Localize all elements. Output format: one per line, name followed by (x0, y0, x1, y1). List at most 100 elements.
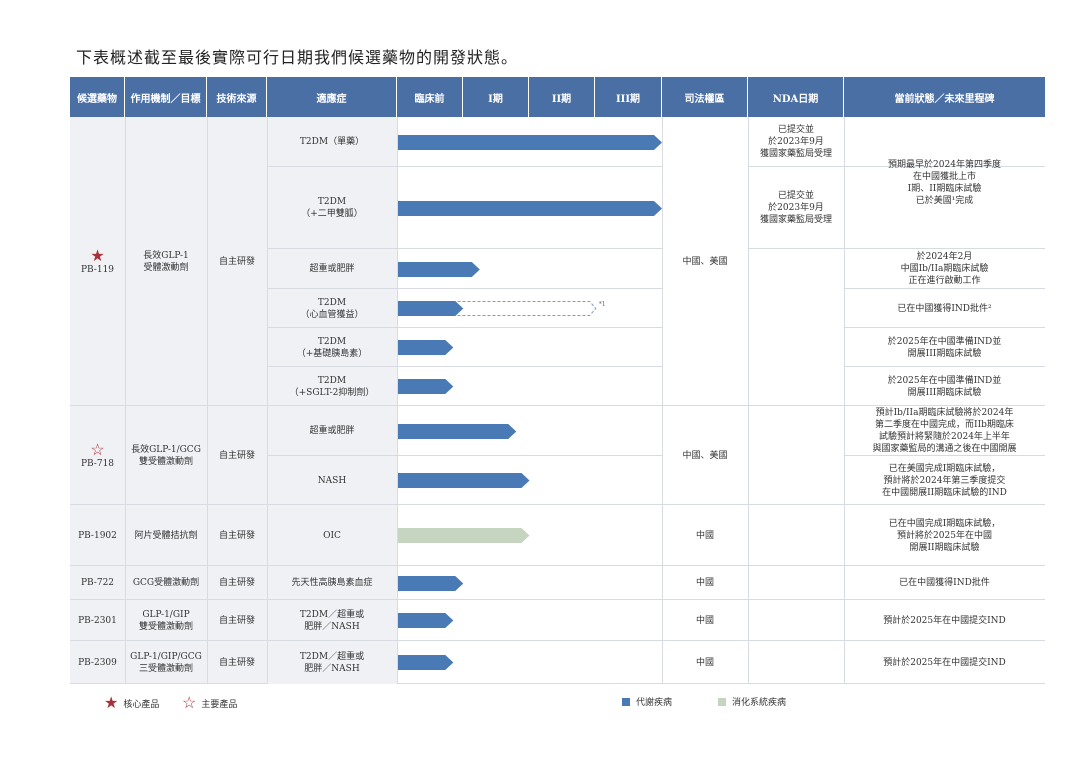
indication-cell: NASH (267, 456, 397, 505)
jurisdiction-cell: 中國、美國 (682, 256, 728, 267)
header-phase1: I期 (463, 77, 529, 117)
digestive-swatch (718, 697, 726, 706)
indication-cell: T2DM （+SGLT-2抑制劑） (267, 367, 397, 406)
status-cell: 於2025年在中國準備IND並 開展III期臨床試驗 (887, 336, 1002, 359)
status-cell: 預期最早於2024年第四季度 在中國獲批上市 I期、II期臨床試驗 已於美國¹完… (888, 160, 1001, 206)
legend-metabolic: 代謝疾病 (622, 695, 672, 708)
column-divider (748, 117, 749, 684)
jurisdiction-cell: 中國 (695, 578, 714, 588)
progress-bar (397, 613, 454, 628)
indication-cell: 超重或肥胖 (267, 406, 397, 456)
progress-bar (397, 575, 464, 591)
drug-name: PB-722 (80, 578, 115, 588)
header-jurisdiction: 司法權區 (662, 77, 748, 117)
stage-arrow (397, 379, 454, 394)
drug-name-cell: PB-1902 (70, 505, 125, 566)
source-cell: 自主研發 (218, 256, 255, 267)
row-divider (844, 248, 1045, 249)
mechanism-cell: GCG受體激動劑 (132, 578, 200, 588)
outline-star-icon: ☆ (90, 439, 105, 459)
stage-arrow (397, 261, 480, 277)
drug-name-cell: ★ PB-119 (70, 117, 125, 406)
status-cell: 已在中國完成I期臨床試驗， 預計將於2025年在中國 開展II期臨床試驗 (888, 518, 1001, 553)
source-cell: 自主研發 (218, 530, 255, 541)
column-divider (844, 117, 845, 684)
filled-star-icon: ★ (90, 245, 105, 265)
column-divider (267, 117, 268, 684)
stage-arrow (397, 575, 464, 591)
stage-arrow (397, 423, 517, 439)
progress-bar (397, 301, 597, 316)
progress-bar (397, 134, 662, 150)
stage-arrow (397, 301, 464, 316)
column-divider (662, 117, 663, 684)
pipeline-table: 候選藥物 作用機制／目標 技術來源 適應症 臨床前 I期 II期 III期 司法… (70, 77, 1045, 687)
progress-bar (397, 423, 517, 439)
indication-cell: OIC (267, 505, 397, 566)
source-cell: 自主研發 (218, 615, 255, 626)
progress-bar (397, 340, 454, 355)
drug-name-cell: PB-722 (70, 566, 125, 600)
header-preclinical: 臨床前 (397, 77, 463, 117)
status-cell: 已在中國獲得IND批件² (897, 303, 992, 314)
header-mechanism: 作用機制／目標 (125, 77, 207, 117)
indication-cell: T2DM （+二甲雙胍） (267, 167, 397, 249)
column-divider (207, 117, 208, 684)
progress-bar (397, 528, 530, 543)
stage-arrow (397, 200, 662, 216)
jurisdiction-cell: 中國 (695, 530, 714, 541)
stage-arrow (397, 340, 454, 355)
filled-star-icon: ★ (104, 693, 119, 712)
status-cell: 已在中國獲得IND批件 (899, 578, 990, 588)
header-nda: NDA日期 (748, 77, 844, 117)
drug-name-cell: PB-2301 (70, 600, 125, 641)
drug-name: PB-2309 (78, 657, 117, 668)
stage-arrow (397, 473, 530, 488)
indication-cell: T2DM／超重或 肥胖／NASH (267, 641, 397, 684)
row-divider (748, 248, 844, 249)
stage-arrow (397, 528, 530, 543)
header-candidate: 候選藥物 (70, 77, 125, 117)
header-phase3: III期 (595, 77, 662, 117)
status-cell: 已在美國完成I期臨床試驗， 預計將於2024年第三季度提交 在中國開展II期臨床… (882, 463, 1007, 498)
progress-bar (397, 379, 454, 394)
drug-name: PB-119 (80, 264, 115, 275)
column-divider (125, 117, 126, 684)
mechanism-cell: GLP-1/GIP/GCG 三受體激動劑 (130, 651, 202, 674)
source-cell: 自主研發 (218, 578, 255, 588)
legend-core-label: 核心產品 (123, 699, 160, 710)
column-divider (397, 117, 398, 684)
drug-name: PB-1902 (78, 530, 117, 541)
status-cell: 於2025年在中國準備IND並 開展III期臨床試驗 (887, 375, 1002, 398)
legend-digestive: 消化系統疾病 (718, 695, 786, 708)
nda-date-cell: 已提交並 於2023年9月 獲國家藥監局受理 (759, 125, 832, 159)
indication-cell: T2DM（單藥） (267, 117, 397, 167)
indication-cell: T2DM （心血管獲益） (267, 289, 397, 328)
indication-cell: T2DM （+基礎胰島素） (267, 328, 397, 367)
legend-metabolic-label: 代謝疾病 (636, 698, 673, 708)
footnote-marker: *1 (598, 301, 606, 308)
status-cell: 預計於2025年在中國提交IND (883, 615, 1006, 626)
metabolic-swatch (622, 697, 630, 706)
progress-bar (397, 261, 480, 277)
legend-key: ☆ 主要產品 (182, 695, 237, 711)
status-cell: 於2024年2月 中國Ib/IIa期臨床試驗 正在進行啟動工作 (900, 252, 989, 286)
source-cell: 自主研發 (218, 450, 255, 461)
intro-text: 下表概述截至最後實際可行日期我們候選藥物的開發狀態。 (76, 48, 519, 67)
jurisdiction-cell: 中國 (695, 615, 714, 626)
source-cell: 自主研發 (218, 657, 255, 668)
indication-cell: 先天性高胰島素血症 (267, 566, 397, 600)
legend-digestive-label: 消化系統疾病 (732, 698, 787, 708)
jurisdiction-cell: 中國、美國 (682, 450, 728, 461)
header-indication: 適應症 (267, 77, 397, 117)
outline-star-icon: ☆ (182, 693, 197, 712)
legend-core: ★ 核心產品 (104, 695, 159, 711)
header-phase2: II期 (529, 77, 595, 117)
drug-name: PB-718 (80, 458, 115, 469)
status-cell: 預計Ib/IIa期臨床試驗將於2024年 第二季度在中國完成，而IIb期臨床 試… (872, 408, 1017, 454)
indication-cell: 超重或肥胖 (267, 249, 397, 289)
mechanism-cell: 阿片受體拮抗劑 (134, 530, 198, 541)
mechanism-cell: 長效GLP-1/GCG 雙受體激動劑 (131, 444, 201, 467)
stage-arrow (397, 613, 454, 628)
drug-name-cell: ☆ PB-718 (70, 406, 125, 505)
